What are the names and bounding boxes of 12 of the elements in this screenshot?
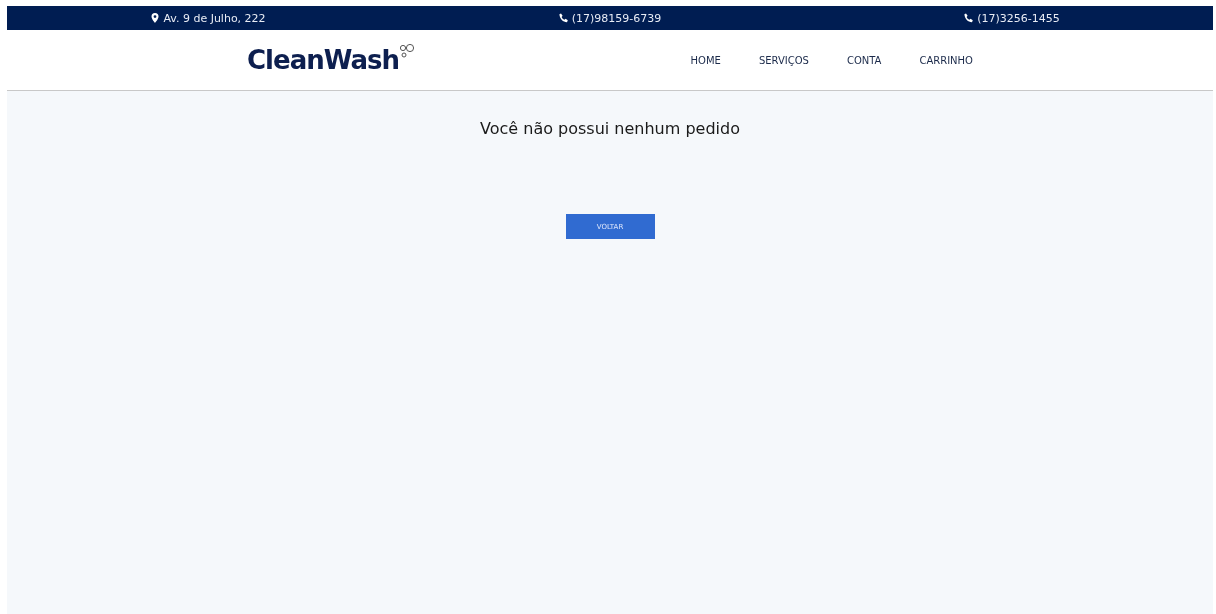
empty-orders-message: Você não possui nenhum pedido: [480, 119, 740, 138]
map-pin-icon: [150, 13, 161, 23]
address-text: Av. 9 de Julho, 222: [163, 11, 266, 25]
phone-icon: [558, 13, 569, 23]
phone-number: (17)3256-1455: [977, 11, 1060, 25]
nav-link[interactable]: SERVIÇOS: [758, 54, 809, 66]
phone-icon: [964, 13, 975, 23]
nav-link[interactable]: HOME: [690, 54, 721, 66]
phone-number: (17)98159-6739: [571, 11, 662, 25]
nav-link[interactable]: CARRINHO: [919, 54, 973, 66]
nav-link[interactable]: CONTA: [846, 54, 882, 66]
logo[interactable]: CleanWash: [247, 45, 399, 75]
